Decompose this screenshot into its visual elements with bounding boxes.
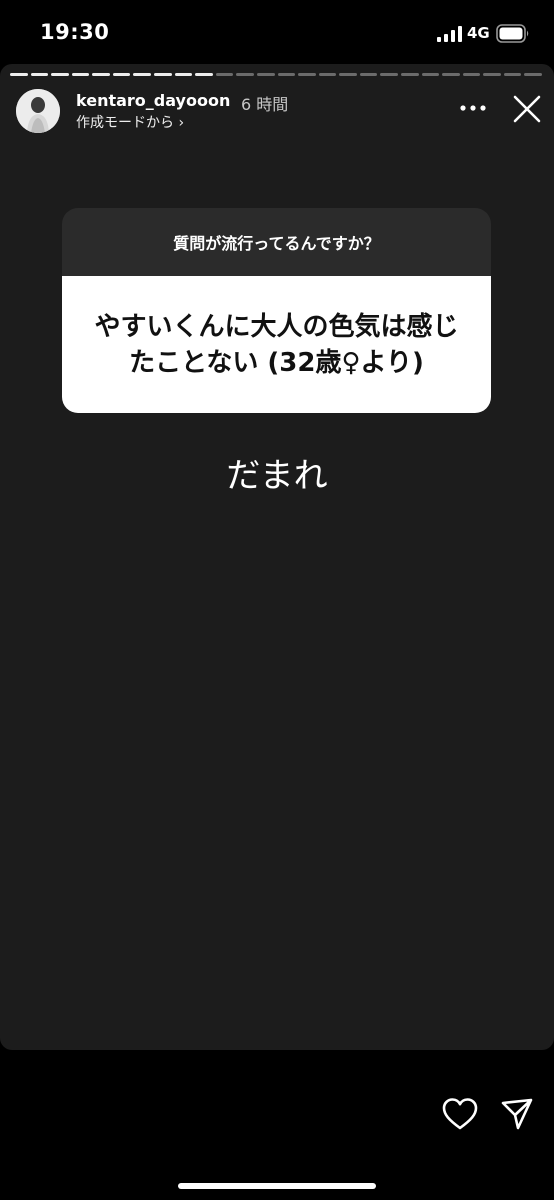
network-label: 4G xyxy=(467,24,490,42)
question-sticker-text: やすいくんに大人の色気は感じ たことない (32歳♀より) xyxy=(62,276,491,413)
send-icon[interactable] xyxy=(500,1097,534,1131)
progress-segment xyxy=(359,73,378,76)
progress-segment xyxy=(133,73,152,76)
progress-segment xyxy=(483,73,501,76)
progress-segment xyxy=(339,73,357,76)
signal-icon xyxy=(437,26,462,42)
progress-segment xyxy=(174,73,193,76)
progress-segment xyxy=(318,73,337,76)
progress-segment xyxy=(421,73,440,76)
progress-segment xyxy=(524,73,543,76)
progress-segment xyxy=(400,73,419,76)
progress-segment xyxy=(277,73,296,76)
progress-segment xyxy=(442,73,460,76)
progress-segment xyxy=(30,73,49,76)
progress-segment xyxy=(154,73,172,76)
question-sticker-prompt: 質問が流行ってるんですか？ xyxy=(62,208,491,276)
status-time: 19:30 xyxy=(40,20,110,44)
more-icon[interactable] xyxy=(458,98,488,118)
progress-segment xyxy=(71,73,90,76)
progress-segment xyxy=(51,73,69,76)
question-line-1: やすいくんに大人の色気は感じ xyxy=(94,311,459,342)
status-bar: 19:30 4G xyxy=(0,0,554,64)
progress-segment xyxy=(236,73,254,76)
progress-segment xyxy=(256,73,275,76)
create-mode-link[interactable]: 作成モードから › xyxy=(76,112,184,132)
close-icon[interactable] xyxy=(512,94,542,124)
question-sticker: 質問が流行ってるんですか？ やすいくんに大人の色気は感じ たことない (32歳♀… xyxy=(62,208,491,413)
avatar-image xyxy=(16,89,60,133)
progress-segment xyxy=(215,73,234,76)
progress-segment xyxy=(195,73,213,76)
battery-icon xyxy=(496,24,529,43)
progress-segment xyxy=(298,73,316,76)
avatar[interactable] xyxy=(16,89,60,133)
heart-icon[interactable] xyxy=(442,1097,478,1131)
progress-segment xyxy=(503,73,522,76)
progress-segment xyxy=(92,73,110,76)
home-indicator xyxy=(178,1183,376,1189)
progress-segment xyxy=(10,73,28,76)
question-line-2: たことない (32歳♀より) xyxy=(129,347,424,378)
progress-segment xyxy=(380,73,398,76)
progress-segment xyxy=(112,73,131,76)
reply-text: だまれ xyxy=(226,456,328,496)
username-link[interactable]: kentaro_dayooon xyxy=(76,91,230,110)
story-progress-bar xyxy=(10,73,543,77)
progress-segment xyxy=(462,73,481,76)
story-view[interactable]: kentaro_dayooon 6 時間 作成モードから › 質問が流行ってるん… xyxy=(0,64,554,1050)
post-timestamp: 6 時間 xyxy=(241,95,289,114)
